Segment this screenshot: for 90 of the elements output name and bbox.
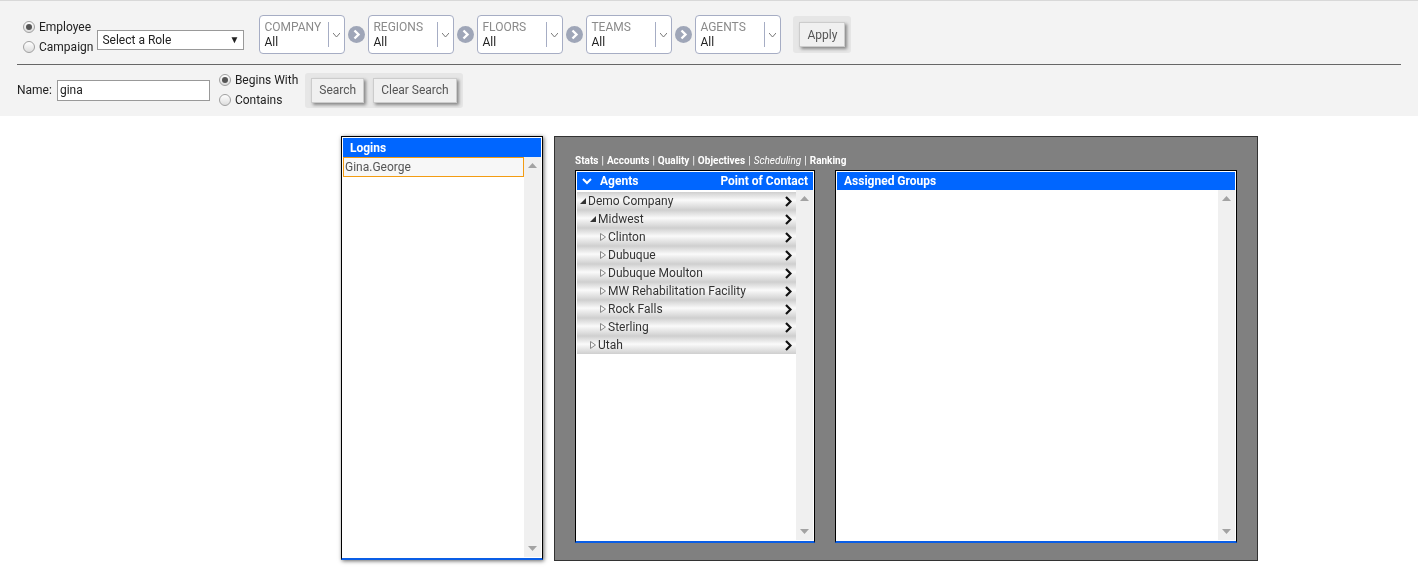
nav-link[interactable]: Accounts (606, 152, 650, 168)
scroll-down-icon[interactable] (528, 546, 537, 551)
scrollbar[interactable] (796, 190, 813, 540)
expanded-triangle-icon[interactable] (590, 216, 598, 222)
tree-row[interactable]: Demo Company (577, 192, 796, 210)
filter-dropdown[interactable]: AGENTS All (695, 15, 782, 54)
expanded-triangle-icon[interactable] (580, 198, 588, 204)
tree-row[interactable]: Midwest (577, 210, 796, 228)
filter-dropdown[interactable]: REGIONS All (368, 15, 455, 54)
tree-label: Dubuque Moulton (608, 265, 704, 282)
tree-label: Dubuque (608, 247, 657, 264)
chevron-right-icon[interactable] (785, 303, 792, 315)
scroll-up-icon[interactable] (800, 196, 809, 201)
chevron-right-icon[interactable] (785, 267, 792, 279)
name-field[interactable]: gina (56, 79, 210, 101)
name-label: Name: (17, 82, 52, 99)
chevron-circle-icon (675, 26, 693, 43)
collapsed-triangle-icon[interactable] (600, 233, 608, 241)
chevron-right-icon[interactable] (785, 195, 792, 207)
nav-link[interactable]: Ranking (809, 152, 847, 168)
separator: | (804, 153, 807, 168)
nav-link[interactable]: Scheduling (753, 152, 802, 168)
radio-button[interactable] (218, 94, 231, 106)
scroll-down-icon[interactable] (1222, 529, 1231, 534)
tree-row[interactable]: Dubuque Moulton (577, 264, 796, 282)
nav-link[interactable]: Quality (657, 152, 690, 168)
nav-link[interactable]: Stats (575, 152, 599, 168)
collapsed-triangle-icon[interactable] (600, 251, 608, 259)
separator: | (748, 153, 751, 168)
chevron-down-icon (333, 32, 341, 37)
filter-dropdown[interactable]: FLOORS All (477, 15, 564, 54)
tree-row[interactable]: Clinton (577, 228, 796, 246)
radio-label: Begins With (234, 72, 299, 89)
clear-search-button[interactable]: Clear Search (373, 77, 457, 103)
tree-row[interactable]: Dubuque (577, 246, 796, 264)
header-title: Agents (600, 173, 639, 190)
tree-label: MW Rehabilitation Facility (608, 283, 747, 300)
panel-header: Assigned Groups (837, 172, 1235, 190)
radio-label: Employee (39, 18, 92, 36)
chevron-down-icon (769, 32, 777, 37)
collapsed-triangle-icon[interactable] (590, 341, 598, 349)
tree-label: Clinton (608, 229, 647, 246)
separator: | (601, 153, 604, 168)
chevron-circle-icon (457, 26, 475, 43)
scroll-up-icon[interactable] (528, 163, 537, 168)
role-select[interactable]: Select a Role ▼ (97, 29, 245, 50)
tree-row[interactable]: Utah (577, 336, 796, 354)
chevron-right-icon[interactable] (785, 321, 792, 333)
chevron-down-icon (551, 32, 559, 37)
separator: | (692, 153, 695, 168)
chevron-down-icon (660, 32, 668, 37)
chevron-right-icon[interactable] (785, 285, 792, 297)
chevron-right-icon[interactable] (785, 249, 792, 261)
tree-label: Utah (598, 337, 624, 354)
tree-row[interactable]: Rock Falls (577, 300, 796, 318)
chevron-down-icon (442, 32, 450, 37)
radio-label: Contains (234, 92, 283, 109)
radio-button[interactable] (23, 40, 35, 53)
radio-label: Campaign (39, 38, 94, 56)
panel-header: Logins (343, 138, 541, 157)
chevron-right-icon[interactable] (785, 231, 792, 243)
nav-link[interactable]: Objectives (697, 152, 746, 168)
login-item[interactable]: Gina.George (343, 157, 524, 177)
tree-label: Rock Falls (608, 301, 664, 318)
chevron-down-icon[interactable] (582, 177, 592, 185)
collapsed-triangle-icon[interactable] (600, 305, 608, 313)
chevron-circle-icon (348, 26, 366, 43)
radio-button[interactable] (218, 74, 231, 86)
filter-dropdown[interactable]: COMPANY All (259, 15, 346, 54)
chevron-circle-icon (566, 26, 584, 43)
collapsed-triangle-icon[interactable] (600, 323, 608, 331)
tree-row[interactable]: Sterling (577, 318, 796, 336)
chevron-right-icon[interactable] (785, 213, 792, 225)
tree-row[interactable]: MW Rehabilitation Facility (577, 282, 796, 300)
collapsed-triangle-icon[interactable] (600, 287, 608, 295)
separator: | (652, 153, 655, 168)
scroll-down-icon[interactable] (800, 529, 809, 534)
chevron-right-icon[interactable] (785, 339, 792, 351)
collapsed-triangle-icon[interactable] (600, 269, 608, 277)
filter-dropdown[interactable]: TEAMS All (586, 15, 673, 54)
scroll-up-icon[interactable] (1222, 196, 1231, 201)
radio-button[interactable] (23, 20, 35, 33)
tree-label: Demo Company (588, 193, 675, 210)
scrollbar[interactable] (1218, 190, 1235, 540)
scrollbar[interactable] (524, 157, 541, 557)
apply-button[interactable]: Apply (799, 22, 846, 48)
header-title: Point of Contact (720, 173, 808, 190)
search-button[interactable]: Search (311, 77, 365, 103)
tree-label: Sterling (608, 319, 650, 336)
tree-label: Midwest (598, 211, 645, 228)
